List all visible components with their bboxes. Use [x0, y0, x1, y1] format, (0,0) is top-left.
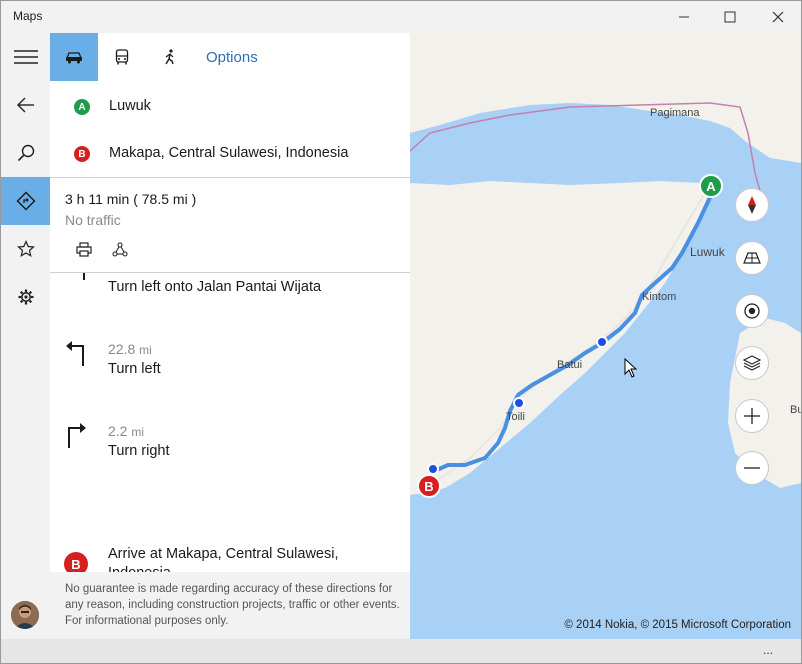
via-point[interactable] — [513, 397, 525, 409]
map-label-batui: Batui — [557, 359, 583, 371]
locate-me-icon — [744, 303, 760, 319]
more-options-button[interactable]: ... — [763, 643, 773, 657]
tilt-3d-icon — [743, 252, 761, 264]
destination-marker: B — [74, 146, 90, 162]
map-label-toili: Toili — [506, 411, 525, 423]
turn-left-icon — [83, 273, 85, 280]
bottom-app-bar: ... — [1, 639, 801, 663]
hamburger-menu-button[interactable] — [1, 33, 50, 81]
origin-field[interactable]: A Luwuk — [50, 87, 410, 127]
locate-me-button[interactable] — [735, 294, 769, 328]
user-avatar-icon — [11, 601, 39, 629]
settings-button[interactable] — [1, 273, 50, 321]
share-button[interactable] — [110, 239, 130, 259]
land-north — [410, 33, 801, 163]
step-distance: 22.8 mi — [108, 341, 152, 357]
zoom-in-button[interactable] — [735, 399, 769, 433]
maximize-icon — [724, 11, 736, 23]
options-link[interactable]: Options — [206, 49, 258, 66]
destination-field[interactable]: B Makapa, Central Sulawesi, Indonesia — [50, 134, 410, 174]
directions-button[interactable] — [1, 177, 50, 225]
close-icon — [772, 11, 784, 23]
share-icon — [112, 241, 128, 257]
traffic-status: No traffic — [65, 212, 121, 228]
map-copyright: © 2014 Nokia, © 2015 Microsoft Corporati… — [564, 619, 791, 631]
window-title: Maps — [13, 9, 43, 23]
star-icon — [16, 240, 35, 258]
route-summary[interactable]: 3 h 11 min ( 78.5 mi ) No traffic — [50, 177, 410, 273]
layers-button[interactable] — [735, 346, 769, 380]
map-label-pagimana: Pagimana — [650, 107, 700, 119]
search-icon — [17, 144, 34, 162]
car-icon — [66, 52, 82, 64]
mouse-cursor-icon — [624, 358, 638, 378]
minimize-icon — [679, 16, 689, 18]
back-button[interactable] — [1, 81, 50, 129]
turn-left-icon — [66, 341, 84, 366]
compass-icon — [748, 196, 756, 214]
print-button[interactable] — [74, 239, 94, 259]
start-marker[interactable]: A — [699, 174, 723, 198]
mode-walk-button[interactable] — [146, 33, 194, 81]
title-bar: Maps — [1, 1, 801, 33]
zoom-out-icon — [744, 467, 760, 469]
end-marker[interactable]: B — [417, 474, 441, 498]
favorites-button[interactable] — [1, 225, 50, 273]
nav-rail — [1, 33, 50, 639]
via-point[interactable] — [596, 336, 608, 348]
map-canvas[interactable]: Pagimana Luwuk Kintom Batui Toili Bu A B — [410, 33, 801, 639]
land-southwest — [410, 181, 710, 495]
mode-transit-button[interactable] — [98, 33, 146, 81]
directions-icon — [16, 191, 35, 211]
maximize-button[interactable] — [707, 1, 753, 33]
via-point[interactable] — [427, 463, 439, 475]
route-duration: 3 h 11 min ( 78.5 mi ) — [65, 191, 197, 207]
printer-icon — [76, 241, 92, 257]
mode-drive-button[interactable] — [50, 33, 98, 81]
zoom-in-icon — [744, 408, 760, 424]
step-instruction: Turn left onto Jalan Pantai Wijata — [108, 279, 322, 295]
close-button[interactable] — [755, 1, 801, 33]
origin-label: Luwuk — [109, 98, 151, 114]
avatar[interactable] — [11, 601, 39, 629]
tilt-button[interactable] — [735, 241, 769, 275]
compass-button[interactable] — [735, 188, 769, 222]
direction-steps: Turn left onto Jalan Pantai Wijata 22.8 … — [50, 273, 410, 581]
back-arrow-icon — [16, 97, 34, 113]
disclaimer: No guarantee is made regarding accuracy … — [50, 572, 410, 639]
map-label-kintom: Kintom — [642, 291, 677, 303]
layers-icon — [743, 355, 761, 371]
step-instruction: Turn right — [108, 443, 170, 459]
origin-marker: A — [74, 99, 90, 115]
directions-panel: Options A Luwuk B Makapa, Central Sulawe… — [50, 33, 410, 639]
minimize-button[interactable] — [661, 1, 707, 33]
walking-icon — [165, 49, 174, 65]
turn-right-icon — [68, 423, 86, 448]
transport-mode-bar: Options — [50, 33, 410, 81]
step-instruction: Turn left — [108, 361, 161, 377]
map-label-luwuk: Luwuk — [690, 245, 725, 259]
map-label-bu: Bu — [790, 404, 801, 416]
hamburger-menu-icon — [13, 50, 38, 64]
gear-icon — [18, 289, 33, 305]
destination-label: Makapa, Central Sulawesi, Indonesia — [109, 145, 349, 161]
disclaimer-text: No guarantee is made regarding accuracy … — [65, 583, 400, 627]
bus-icon — [115, 49, 129, 65]
step-distance: 2.2 mi — [108, 423, 145, 439]
search-button[interactable] — [1, 129, 50, 177]
zoom-out-button[interactable] — [735, 451, 769, 485]
map-graphics — [410, 33, 801, 495]
maps-window: Maps Options A Luwuk B Makapa, Central S… — [0, 0, 802, 664]
